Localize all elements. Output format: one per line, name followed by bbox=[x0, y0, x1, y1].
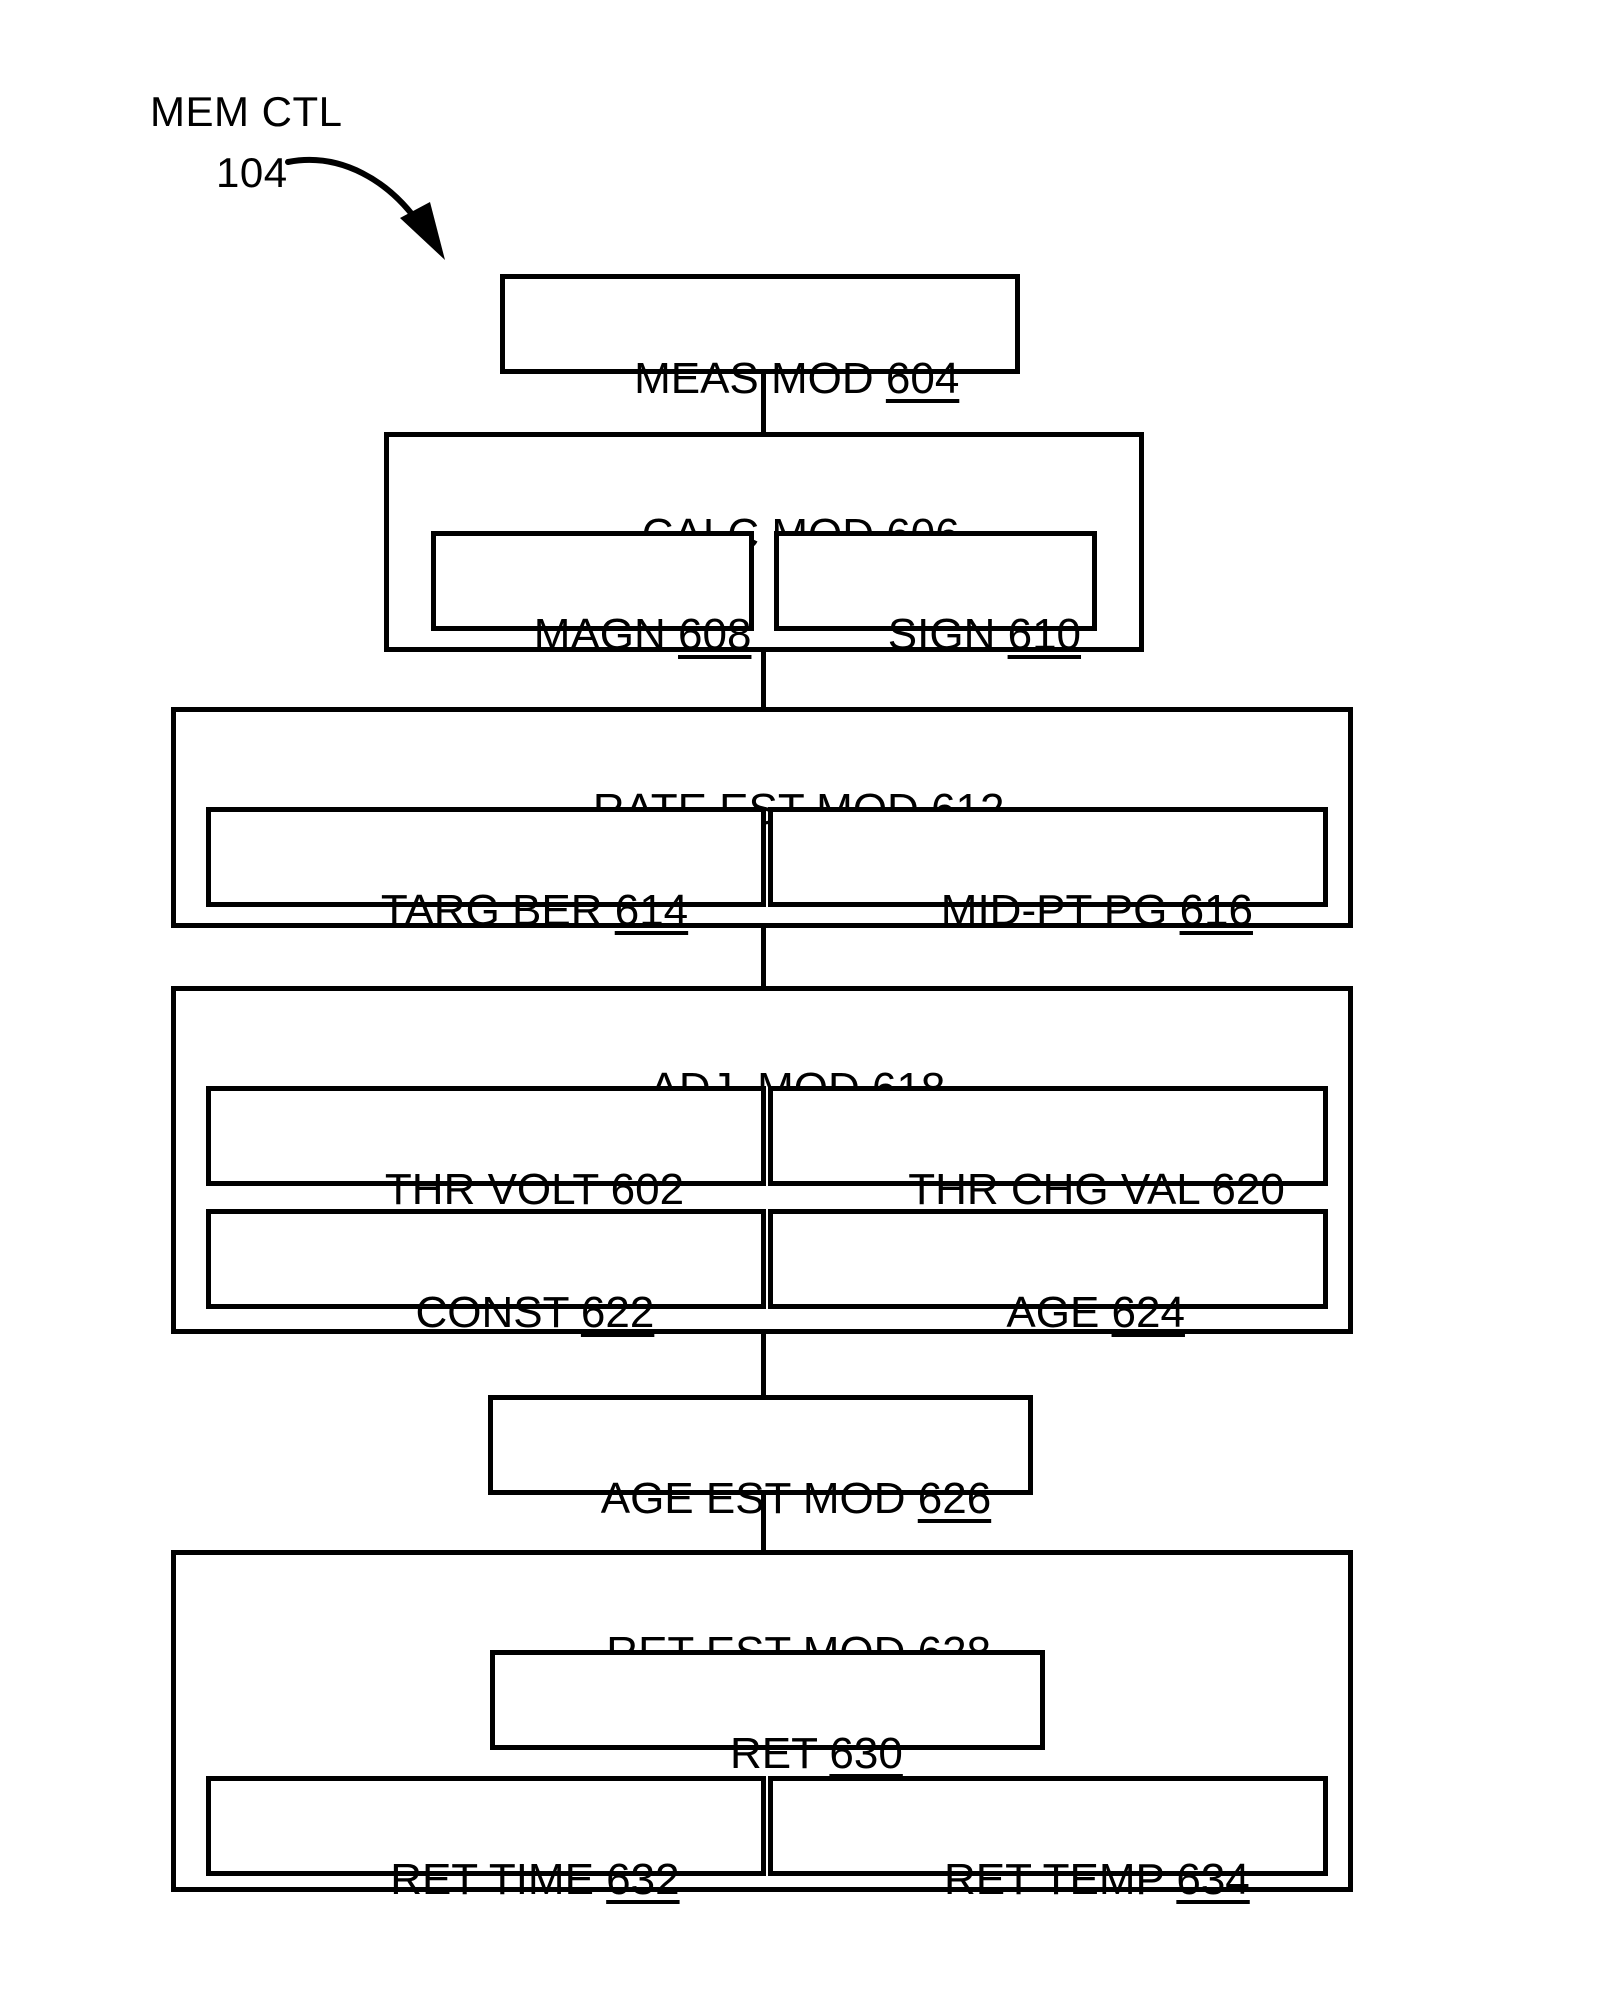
block-sign[interactable]: SIGN 610 bbox=[774, 531, 1097, 659]
block-sign-label: SIGN bbox=[887, 610, 996, 659]
block-ret-temp-label: RET TEMP bbox=[944, 1855, 1165, 1904]
connector-calc-to-rate bbox=[761, 652, 766, 707]
block-age-est-mod-ref: 626 bbox=[917, 1474, 992, 1523]
block-ret-est-mod[interactable]: RET EST MOD 628 RET 630 RET TIME 632 RET… bbox=[171, 1550, 1353, 1904]
block-ret-temp[interactable]: RET TEMP 634 bbox=[768, 1776, 1328, 1904]
block-meas-mod-label: MEAS MOD bbox=[634, 354, 874, 403]
block-targ-ber[interactable]: TARG BER 614 bbox=[206, 807, 766, 935]
block-rate-est-mod[interactable]: RATE EST MOD 612 TARG BER 614 MID-PT PG … bbox=[171, 707, 1353, 935]
connector-adj-to-age-est bbox=[761, 1334, 766, 1395]
connector-meas-to-calc bbox=[761, 374, 766, 432]
block-const[interactable]: CONST 622 bbox=[206, 1209, 766, 1337]
block-age-label: AGE bbox=[1006, 1288, 1100, 1337]
connector-age-est-to-ret-est bbox=[761, 1495, 766, 1550]
block-sign-ref: 610 bbox=[1007, 610, 1082, 659]
block-ret-ref: 630 bbox=[829, 1729, 903, 1778]
block-thr-volt-ref: 602 bbox=[610, 1165, 685, 1214]
block-age[interactable]: AGE 624 bbox=[768, 1209, 1328, 1337]
block-calc-mod[interactable]: CALC MOD 606 MAGN 608 SIGN 610 bbox=[384, 432, 1144, 659]
block-age-est-mod-label: AGE EST MOD bbox=[600, 1474, 906, 1523]
block-ret-time-label: RET TIME bbox=[390, 1855, 594, 1904]
block-ret-temp-ref: 634 bbox=[1176, 1855, 1250, 1904]
figure-caption-ref: 104 bbox=[216, 149, 288, 196]
block-targ-ber-ref: 614 bbox=[614, 886, 689, 935]
block-ret[interactable]: RET 630 bbox=[490, 1650, 1045, 1778]
block-meas-mod[interactable]: MEAS MOD 604 bbox=[500, 274, 1020, 403]
block-magn-label: MAGN bbox=[533, 610, 666, 659]
connector-rate-to-adj bbox=[761, 928, 766, 986]
block-thr-chg-val-label: THR CHG VAL bbox=[908, 1165, 1200, 1214]
block-meas-mod-ref: 604 bbox=[885, 354, 960, 403]
block-const-label: CONST bbox=[415, 1288, 569, 1337]
block-adj-mod[interactable]: ADJ MOD 618 THR VOLT 602 THR CHG VAL 620… bbox=[171, 986, 1353, 1337]
figure-caption-title: MEM CTL bbox=[150, 88, 343, 135]
block-ret-label: RET bbox=[729, 1729, 818, 1778]
block-thr-volt-label: THR VOLT bbox=[384, 1165, 599, 1214]
block-thr-volt[interactable]: THR VOLT 602 bbox=[206, 1086, 766, 1214]
block-mid-pt-pg-label: MID-PT PG bbox=[940, 886, 1168, 935]
block-age-est-mod[interactable]: AGE EST MOD 626 bbox=[488, 1395, 1033, 1523]
curved-arrow-icon bbox=[285, 157, 445, 260]
block-const-ref: 622 bbox=[580, 1288, 655, 1337]
block-magn[interactable]: MAGN 608 bbox=[431, 531, 754, 659]
block-thr-chg-val[interactable]: THR CHG VAL 620 bbox=[768, 1086, 1328, 1214]
block-magn-ref: 608 bbox=[678, 610, 752, 659]
block-ret-time[interactable]: RET TIME 632 bbox=[206, 1776, 766, 1904]
block-targ-ber-label: TARG BER bbox=[380, 886, 603, 935]
block-age-ref: 624 bbox=[1111, 1288, 1185, 1337]
figure-canvas: MEM CTL 104 MEAS MOD 604 CALC MOD 606 MA… bbox=[0, 0, 1599, 2010]
block-ret-time-ref: 632 bbox=[606, 1855, 680, 1904]
block-thr-chg-val-ref: 620 bbox=[1211, 1165, 1285, 1214]
block-mid-pt-pg[interactable]: MID-PT PG 616 bbox=[768, 807, 1328, 935]
block-mid-pt-pg-ref: 616 bbox=[1179, 886, 1253, 935]
